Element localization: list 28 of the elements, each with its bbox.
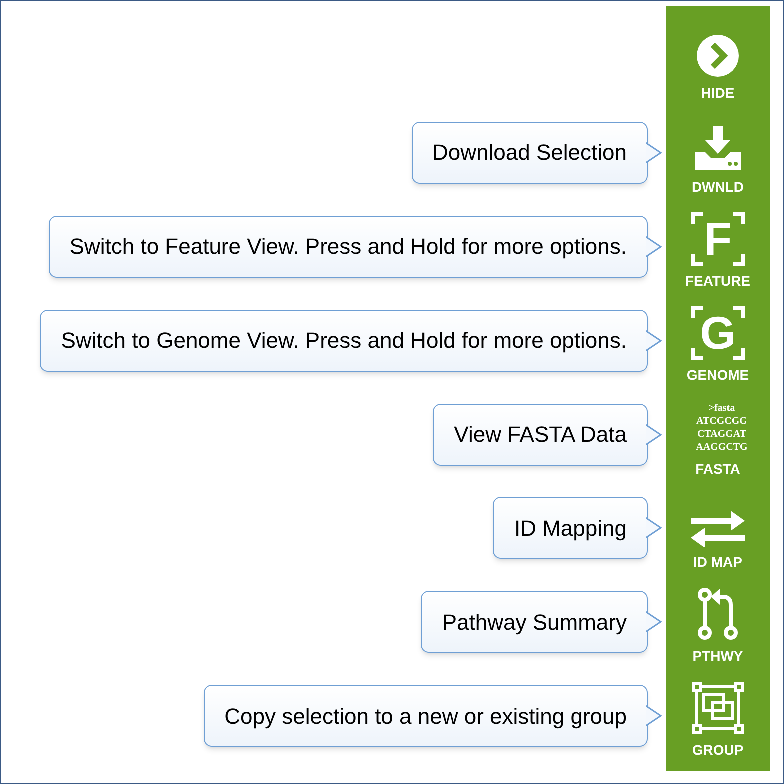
fasta-text-icon: >fasta ATCGCGG CTAGGAT AAGGCTG: [688, 402, 748, 454]
tooltip: Download Selection: [412, 122, 648, 184]
tooltip: Copy selection to a new or existing group: [204, 685, 648, 748]
sidebar-button[interactable]: PTHWY: [670, 583, 766, 664]
tooltip-arrow-icon: [646, 611, 662, 634]
tooltip-arrow-icon: [646, 330, 662, 352]
tooltip: View FASTA Data: [433, 404, 648, 466]
tooltip-arrow-icon: [646, 705, 662, 728]
tooltip: ID Mapping: [493, 497, 648, 560]
tooltip: Switch to Genome View. Press and Hold for more options.: [40, 310, 648, 372]
chevron-circle-icon: [696, 34, 740, 78]
tooltip-arrow-icon: [646, 424, 662, 446]
swap-arrows-icon: [691, 509, 745, 548]
sidebar-button[interactable]: >fasta ATCGCGG CTAGGAT AAGGCTG FASTA: [670, 396, 766, 476]
download-icon: [693, 126, 743, 172]
tooltip-arrow-icon: [646, 517, 662, 540]
tooltip: Pathway Summary: [421, 591, 648, 654]
sidebar-button[interactable]: DWNLD: [670, 114, 766, 194]
tooltip: Switch to Feature View. Press and Hold for more options.: [48, 216, 648, 278]
tooltip-arrow-icon: [646, 236, 662, 258]
sidebar-button[interactable]: F FEATURE: [670, 208, 766, 288]
sidebar-button[interactable]: G GENOME: [670, 302, 766, 382]
sidebar-button[interactable]: HIDE: [670, 20, 766, 100]
sidebar-button[interactable]: ID MAP: [670, 489, 766, 570]
group-icon: [691, 681, 745, 736]
tooltip-arrow-icon: [646, 142, 662, 164]
pathway-icon: [697, 587, 739, 642]
sidebar-button[interactable]: GROUP: [670, 677, 766, 758]
